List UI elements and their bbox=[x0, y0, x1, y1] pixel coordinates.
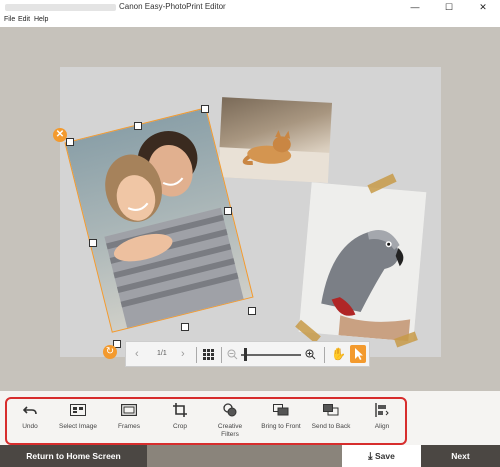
send-to-back-icon bbox=[323, 404, 339, 416]
grid-view-icon[interactable] bbox=[203, 349, 214, 360]
zoom-out-icon[interactable] bbox=[227, 349, 238, 360]
select-tool-button[interactable] bbox=[350, 345, 366, 363]
save-button[interactable]: ⤓ Save bbox=[342, 445, 421, 467]
align-label: Align bbox=[374, 423, 390, 430]
workspace: ✕ ↻ bbox=[0, 27, 500, 391]
page-indicator: 1/1 bbox=[157, 350, 167, 357]
align-icon bbox=[375, 403, 389, 417]
maximize-button[interactable]: ☐ bbox=[432, 0, 466, 15]
cat-photo[interactable] bbox=[217, 97, 333, 183]
resize-handle[interactable] bbox=[201, 105, 209, 113]
parrot-photo[interactable] bbox=[298, 182, 427, 342]
zoom-slider[interactable] bbox=[241, 354, 301, 356]
minimize-button[interactable]: — bbox=[398, 0, 432, 15]
align-button[interactable]: Align bbox=[352, 399, 412, 443]
resize-handle[interactable] bbox=[134, 122, 142, 130]
creative-filters-icon bbox=[223, 403, 237, 417]
pointer-icon bbox=[355, 348, 363, 360]
menu-help[interactable]: Help bbox=[34, 16, 48, 23]
resize-handle[interactable] bbox=[224, 207, 232, 215]
parrot-image bbox=[298, 182, 427, 342]
blurred-filename bbox=[5, 4, 116, 11]
footer-bar: Return to Home Screen ⤓ Save Next bbox=[0, 445, 500, 467]
close-button[interactable]: ✕ bbox=[466, 0, 500, 15]
menu-bar: File Edit Help bbox=[0, 15, 500, 26]
bring-to-front-icon bbox=[273, 404, 289, 416]
separator bbox=[324, 347, 325, 363]
zoom-slider-thumb[interactable] bbox=[244, 348, 247, 361]
menu-edit[interactable]: Edit bbox=[18, 16, 30, 23]
zoom-in-icon[interactable] bbox=[305, 349, 316, 360]
chevron-right-icon[interactable]: › bbox=[181, 348, 185, 360]
resize-handle[interactable] bbox=[89, 239, 97, 247]
page-zoom-bar: ‹ 1/1 › ✋ bbox=[125, 341, 370, 367]
title-bar: Canon Easy-PhotoPrint Editor — ☐ ✕ bbox=[0, 0, 500, 15]
frames-icon bbox=[121, 404, 137, 416]
rotate-icon[interactable]: ↻ bbox=[103, 345, 117, 359]
undo-icon bbox=[23, 406, 37, 415]
separator bbox=[221, 347, 222, 363]
window-title: Canon Easy-PhotoPrint Editor bbox=[119, 2, 226, 11]
chevron-left-icon[interactable]: ‹ bbox=[135, 348, 139, 360]
resize-handle[interactable] bbox=[66, 138, 74, 146]
delete-icon[interactable]: ✕ bbox=[53, 128, 67, 142]
separator bbox=[196, 347, 197, 363]
download-icon: ⤓ bbox=[368, 451, 373, 462]
return-to-home-button[interactable]: Return to Home Screen bbox=[0, 445, 147, 467]
crop-icon bbox=[173, 403, 187, 417]
hand-tool-icon[interactable]: ✋ bbox=[331, 347, 346, 361]
resize-handle[interactable] bbox=[181, 323, 189, 331]
resize-handle[interactable] bbox=[248, 307, 256, 315]
menu-file[interactable]: File bbox=[4, 16, 15, 23]
save-label: Save bbox=[374, 451, 395, 461]
next-button[interactable]: Next bbox=[421, 445, 500, 467]
cat-image bbox=[217, 130, 330, 183]
select-image-icon bbox=[70, 404, 86, 416]
